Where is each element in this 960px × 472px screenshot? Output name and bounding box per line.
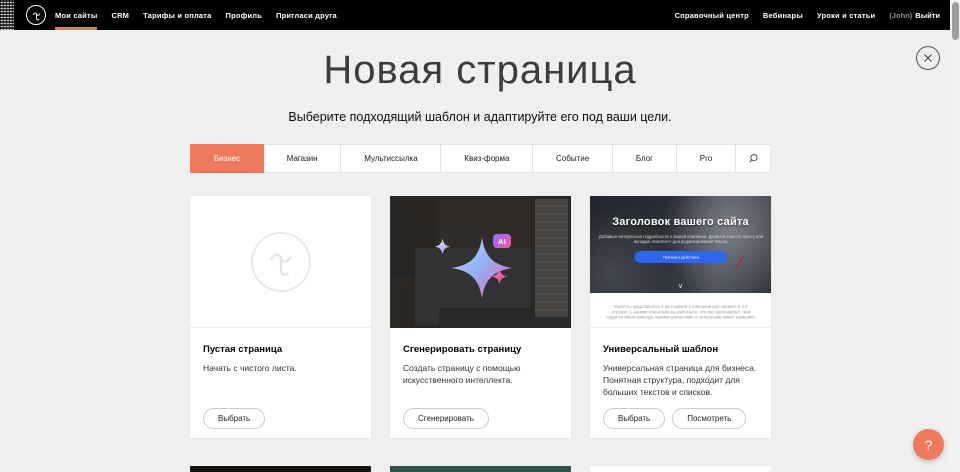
card-actions: Выбрать	[203, 408, 265, 429]
category-tabs: БизнесМагазинМультиссылкаКвиз-формаСобыт…	[190, 144, 771, 173]
photo-detail	[735, 255, 745, 269]
template-card-blank: Пустая страница Начать с чистого листа. …	[190, 196, 371, 438]
tabs-list: БизнесМагазинМультиссылкаКвиз-формаСобыт…	[190, 144, 736, 173]
select-button[interactable]: Выбрать	[203, 408, 265, 429]
card-actions: Выбрать Посмотреть	[603, 408, 746, 429]
card-title: Сгенерировать страницу	[403, 344, 558, 355]
close-button[interactable]	[916, 46, 940, 70]
card-description: Универсальная страница для бизнеса. Поня…	[603, 362, 758, 398]
search-tab[interactable]	[735, 144, 771, 173]
nav-item-crm[interactable]: CRM	[104, 0, 136, 30]
tab-multilink[interactable]: Мультиссылка	[340, 144, 441, 173]
universal-template-preview: Заголовок вашего сайта Добавьте интересн…	[590, 196, 771, 328]
help-button[interactable]: ?	[913, 429, 944, 460]
page-title: Новая страница	[0, 48, 960, 93]
top-nav: Мои сайтыCRMТарифы и оплатаПрофильПригла…	[0, 0, 960, 30]
tab-event[interactable]: Событие	[532, 144, 613, 173]
search-icon	[748, 153, 759, 164]
page-subtitle: Выберите подходящий шаблон и адаптируйте…	[0, 110, 960, 124]
tab-shop[interactable]: Магазин	[263, 144, 341, 173]
select-button[interactable]: Выбрать	[603, 408, 665, 429]
generate-button[interactable]: Сгенерировать	[403, 408, 489, 429]
card-actions: Сгенерировать	[403, 408, 489, 429]
preview-button[interactable]: Посмотреть	[672, 408, 746, 429]
preview-hero: Заголовок вашего сайта Добавьте интересн…	[590, 196, 771, 293]
logout-link[interactable]: Выйти	[915, 11, 940, 20]
tilda-logo-icon[interactable]	[26, 5, 46, 25]
preview-cta-button: Призыв к действию	[634, 251, 727, 263]
nav-right: Справочный центр Вебинары Уроки и статьи (…	[675, 0, 940, 30]
tab-blog[interactable]: Блог	[612, 144, 677, 173]
preview-subtext: Добавьте интересные подробности о вашей …	[598, 234, 763, 244]
template-card-partial	[590, 466, 771, 472]
nav-item-profile[interactable]: Профиль	[219, 0, 270, 30]
nav-item-invite-friend[interactable]: Пригласи друга	[269, 0, 344, 30]
tab-pro[interactable]: Pro	[676, 144, 736, 173]
tab-quiz-form[interactable]: Квиз-форма	[440, 144, 533, 173]
card-description: Создать страницу с помощью искусственног…	[403, 362, 558, 386]
nav-right-links: Справочный центр Вебинары Уроки и статьи	[675, 11, 876, 20]
scrollbar-thumb[interactable]	[952, 2, 959, 40]
tab-business[interactable]: Бизнес	[190, 144, 264, 173]
close-icon	[923, 53, 933, 63]
card-description: Начать с чистого листа.	[203, 362, 358, 374]
sparkle-small-icon	[491, 268, 508, 285]
nav-item-my-sites[interactable]: Мои сайты	[48, 0, 104, 30]
nav-item-lessons[interactable]: Уроки и статьи	[817, 11, 875, 20]
preview-body: Коротко представьтесь и расскажите о ком…	[590, 293, 771, 328]
preview-heading: Заголовок вашего сайта	[590, 216, 771, 228]
ai-preview: AI	[390, 196, 571, 328]
ai-badge: AI	[493, 234, 511, 248]
template-card-partial	[190, 466, 371, 472]
nav-item-webinars[interactable]: Вебинары	[763, 11, 803, 20]
question-icon: ?	[925, 437, 933, 453]
edge-pattern	[0, 0, 14, 30]
card-title: Универсальный шаблон	[603, 344, 758, 355]
user-name: (John)	[889, 11, 912, 20]
logout-group: (John) Выйти	[889, 11, 940, 20]
sparkle-small-icon	[434, 238, 451, 255]
template-card-partial	[390, 466, 571, 472]
template-card-ai: AI Сгенерировать страницу Создать страни…	[390, 196, 571, 438]
preview-body-text: Коротко представьтесь и расскажите о ком…	[606, 304, 756, 320]
scrollbar-track[interactable]	[950, 0, 960, 472]
tilda-glyph	[30, 9, 43, 22]
tilda-watermark-icon	[251, 232, 311, 292]
blank-page-preview	[190, 196, 371, 328]
template-card-universal: Заголовок вашего сайта Добавьте интересн…	[590, 196, 771, 438]
card-title: Пустая страница	[203, 344, 358, 355]
nav-item-pricing[interactable]: Тарифы и оплата	[136, 0, 218, 30]
nav-left: Мои сайтыCRMТарифы и оплатаПрофильПригла…	[48, 0, 344, 30]
nav-item-help-center[interactable]: Справочный центр	[675, 11, 749, 20]
chevron-down-icon: ∨	[590, 282, 771, 290]
